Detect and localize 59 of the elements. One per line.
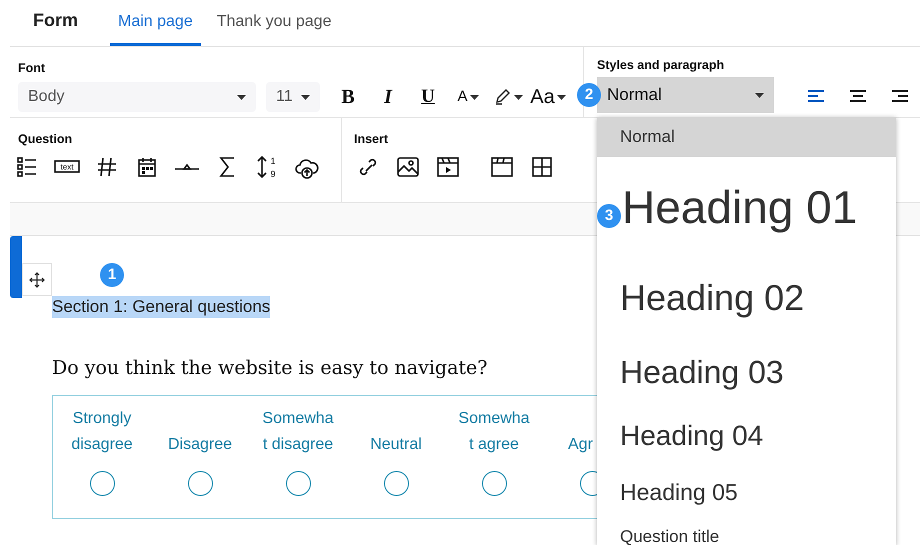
style-select[interactable]: Normal xyxy=(597,77,774,113)
scale-label: Strongly disagree xyxy=(70,408,134,454)
font-select[interactable]: Body xyxy=(18,82,256,112)
radio-button[interactable] xyxy=(482,470,506,496)
pen-icon xyxy=(494,89,512,105)
radio-button[interactable] xyxy=(90,470,114,496)
video-icon[interactable] xyxy=(437,157,459,177)
callout-badge: 2 xyxy=(577,83,601,107)
style-option[interactable]: Heading 05 xyxy=(597,467,896,518)
caret-icon xyxy=(556,94,566,100)
page-tab[interactable]: Main page xyxy=(110,0,201,46)
bold-button[interactable]: B xyxy=(328,82,368,112)
caret-icon xyxy=(755,92,764,98)
move-icon xyxy=(29,272,45,288)
radio-button[interactable] xyxy=(286,470,310,496)
style-option[interactable]: Normal xyxy=(597,117,896,157)
sigma-icon[interactable] xyxy=(218,156,236,178)
link-icon[interactable] xyxy=(358,157,378,177)
align-right-icon xyxy=(892,88,908,102)
align-center-icon xyxy=(850,88,866,102)
grid-icon[interactable] xyxy=(532,157,552,177)
caret-icon xyxy=(301,94,310,100)
scale-label: Somewhat disagree xyxy=(262,408,334,454)
hash-icon[interactable] xyxy=(97,157,117,177)
group-label: Insert xyxy=(354,131,390,147)
size-select[interactable]: 11 xyxy=(266,82,320,112)
text-case-button[interactable]: Aa xyxy=(528,82,568,112)
align-left-icon xyxy=(808,88,824,102)
page-tab[interactable]: Thank you page xyxy=(208,0,340,46)
window-icon[interactable] xyxy=(491,157,513,177)
list-icon[interactable] xyxy=(17,157,37,177)
style-option[interactable]: Heading 04 xyxy=(597,405,896,467)
scale-label: Agr xyxy=(568,434,593,454)
callout-badge: 1 xyxy=(100,263,124,287)
form-title: Form xyxy=(33,8,78,32)
radio-button[interactable] xyxy=(384,470,408,496)
scale-label: Disagree xyxy=(166,434,234,454)
style-option[interactable]: Heading 03 xyxy=(597,338,896,405)
scale-label: Neutral xyxy=(369,434,423,454)
block-indicator xyxy=(10,236,22,298)
image-icon[interactable] xyxy=(397,157,419,177)
caret-icon xyxy=(470,94,478,100)
caret-icon xyxy=(237,94,246,100)
callout-badge: 3 xyxy=(597,204,621,228)
group-label: Styles and paragraph xyxy=(597,57,726,73)
text-field-icon[interactable]: text xyxy=(54,160,80,174)
calendar-icon[interactable] xyxy=(138,157,156,177)
scale-label: Somewhat agree xyxy=(458,408,530,454)
section-title: Section 1: General questions xyxy=(52,296,270,318)
italic-button[interactable]: I xyxy=(368,82,408,112)
style-option[interactable]: Heading 01 xyxy=(622,157,896,258)
move-handle[interactable] xyxy=(22,263,52,296)
radio-button[interactable] xyxy=(188,470,212,496)
group-label: Question xyxy=(18,131,74,147)
caret-icon xyxy=(514,94,522,100)
underline-button[interactable]: U xyxy=(408,82,448,112)
group-label: Font xyxy=(18,60,46,76)
style-option[interactable]: Heading 02 xyxy=(597,258,896,338)
font-color-button[interactable]: A xyxy=(448,82,488,112)
